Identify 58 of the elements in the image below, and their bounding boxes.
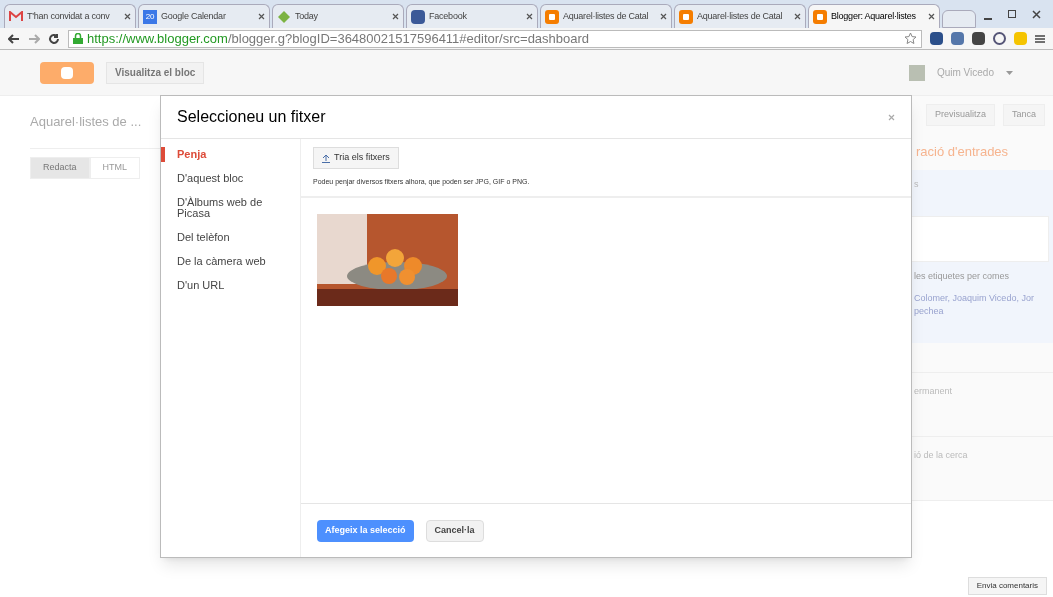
close-icon[interactable] bbox=[526, 13, 533, 20]
extension-icon[interactable] bbox=[993, 32, 1006, 45]
painting-thumbnail[interactable] bbox=[317, 213, 458, 306]
browser-tab[interactable]: Aquarel·listes de Catal bbox=[540, 4, 672, 28]
dialog-title: Seleccioneu un fitxer bbox=[177, 107, 327, 127]
tab-title: Today bbox=[295, 9, 319, 23]
upload-icon bbox=[322, 153, 330, 163]
extension-icon[interactable] bbox=[951, 32, 964, 45]
feedback-button[interactable]: Envia comentaris bbox=[967, 577, 1047, 595]
source-item[interactable]: Del telèfon bbox=[161, 230, 300, 245]
close-icon[interactable] bbox=[124, 13, 131, 20]
close-icon[interactable] bbox=[258, 13, 265, 20]
menu-icon[interactable] bbox=[1035, 33, 1045, 44]
close-icon[interactable] bbox=[928, 13, 935, 20]
extension-icon[interactable] bbox=[972, 32, 985, 45]
choose-files-button[interactable]: Tria els fitxers bbox=[313, 147, 399, 169]
source-item[interactable]: D'aquest bloc bbox=[161, 171, 300, 186]
close-icon[interactable] bbox=[660, 13, 667, 20]
reload-icon[interactable] bbox=[48, 32, 60, 45]
tab-title: T'han convidat a conv bbox=[27, 9, 111, 23]
extension-icon[interactable] bbox=[930, 32, 943, 45]
panel-heading: ració d'entrades bbox=[916, 144, 1009, 159]
avatar-icon bbox=[908, 64, 925, 81]
browser-tab[interactable]: Blogger: Aquarel·listes bbox=[808, 4, 940, 28]
browser-tab[interactable]: T'han convidat a conv bbox=[4, 4, 136, 28]
browser-tab[interactable]: Facebook bbox=[406, 4, 538, 28]
mode-tab[interactable]: Redacta bbox=[30, 157, 90, 179]
mail-icon bbox=[9, 11, 23, 22]
tab-title: Aquarel·listes de Catal bbox=[697, 9, 784, 23]
close-icon[interactable] bbox=[392, 13, 399, 20]
section-label: s bbox=[914, 178, 920, 191]
post-title: Aquarel·listes de ... bbox=[30, 113, 142, 131]
close-icon[interactable] bbox=[1032, 10, 1041, 19]
tab-title: Aquarel·listes de Catal bbox=[563, 9, 650, 23]
source-item[interactable]: De la càmera web bbox=[161, 254, 300, 269]
source-item[interactable]: Penja bbox=[161, 147, 300, 162]
browser-tab[interactable]: Aquarel·listes de Catal bbox=[674, 4, 806, 28]
tab-title: Facebook bbox=[429, 9, 468, 23]
browser-tab[interactable]: 20 Google Calendar bbox=[138, 4, 270, 28]
star-icon[interactable] bbox=[904, 32, 917, 45]
tab-title: Blogger: Aquarel·listes bbox=[831, 9, 917, 23]
caret-icon[interactable] bbox=[1006, 70, 1013, 75]
cancel-button[interactable]: Cancel·la bbox=[425, 519, 484, 542]
calendar-icon: 20 bbox=[143, 9, 157, 24]
user-name: Quim Vicedo bbox=[936, 66, 994, 80]
tab-title: Google Calendar bbox=[161, 9, 227, 23]
close-icon[interactable] bbox=[794, 13, 801, 20]
lock-icon bbox=[73, 33, 83, 44]
hint-text: les etiquetes per comes bbox=[914, 270, 1011, 283]
url-text: https://www.blogger.com/blogger.g?blogID=36480021517596411#editor/src=dashboard bbox=[87, 29, 590, 48]
source-item[interactable]: D'Àlbums web de Picasa bbox=[161, 195, 300, 221]
source-item[interactable]: D'un URL bbox=[161, 278, 300, 293]
browser-tab[interactable]: Today bbox=[272, 4, 404, 28]
labels-list: Colomer, Joaquim Vicedo, Jor pechea bbox=[914, 291, 1039, 319]
restore-icon[interactable] bbox=[1008, 10, 1016, 18]
back-icon[interactable] bbox=[8, 33, 20, 44]
address-field[interactable]: https://www.blogger.com/blogger.g?blogID=36480021517596411#editor/src=dashboard bbox=[68, 29, 922, 48]
view-blog-button[interactable]: Visualitza el bloc bbox=[106, 61, 205, 84]
